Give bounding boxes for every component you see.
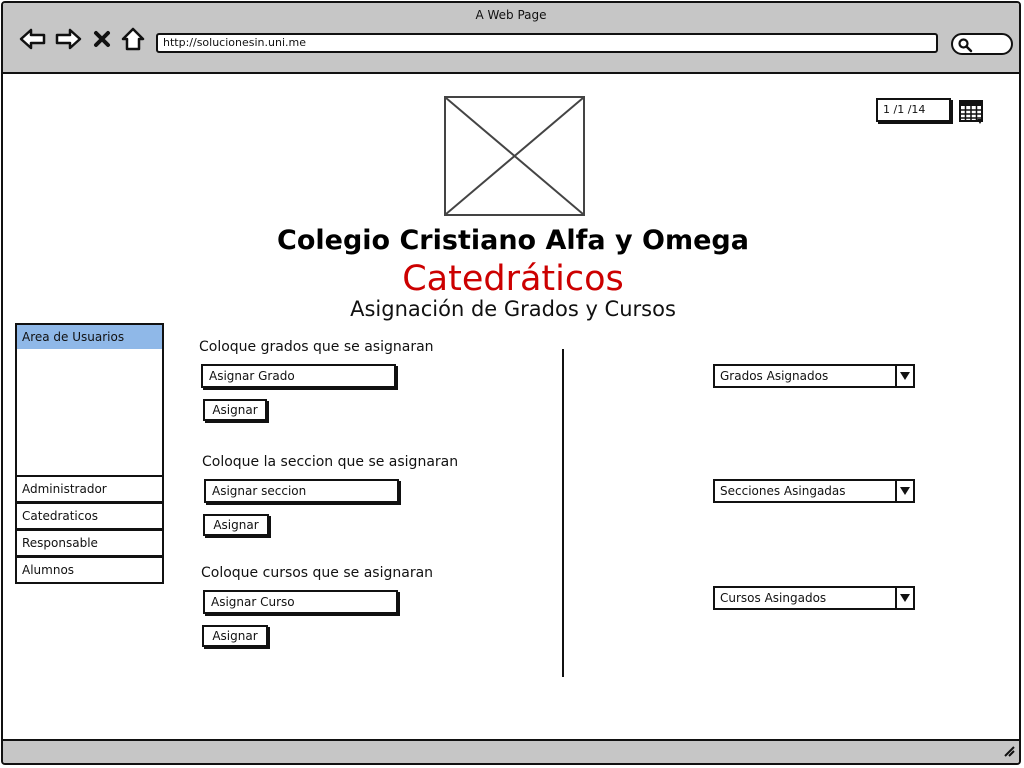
secciones-asignadas-dropdown[interactable]: Secciones Asingadas [713,479,915,503]
school-name: Colegio Cristiano Alfa y Omega [277,225,749,256]
cursos-asignados-value: Cursos Asingados [720,591,827,605]
sidebar-item-administrador[interactable]: Administrador [15,475,164,503]
asignar-grado-button[interactable]: Asignar [203,399,267,421]
asignar-seccion-button[interactable]: Asignar [203,514,269,536]
page-counter[interactable]: 1 /1 /14 [876,98,951,122]
secciones-asignadas-value: Secciones Asingadas [720,484,846,498]
page-title: Catedráticos [402,259,624,299]
logo-image-placeholder [444,96,585,216]
grado-input[interactable]: Asignar Grado [201,364,396,388]
grados-asignados-dropdown[interactable]: Grados Asignados [713,364,915,388]
browser-statusbar [3,739,1019,763]
sidebar-item-responsable[interactable]: Responsable [15,529,164,557]
browser-window: A Web Page http://solucionesin.uni.me 1 … [1,1,1021,765]
search-icon [958,38,973,53]
browser-titlebar: A Web Page http://solucionesin.uni.me [3,3,1019,74]
forward-arrow-icon[interactable] [54,25,82,53]
url-input[interactable]: http://solucionesin.uni.me [156,33,938,53]
chevron-down-icon [895,366,913,386]
calendar-icon[interactable] [959,99,985,129]
chevron-down-icon [895,481,913,501]
curso-input[interactable]: Asignar Curso [203,590,398,614]
cursos-asignados-dropdown[interactable]: Cursos Asingados [713,586,915,610]
grados-asignados-value: Grados Asignados [720,369,829,383]
sidebar-empty-panel [15,349,164,477]
curso-section-label: Coloque cursos que se asignaran [201,565,434,581]
home-icon[interactable] [119,25,147,53]
asignar-curso-button[interactable]: Asignar [202,625,268,647]
page-subtitle: Asignación de Grados y Cursos [350,297,676,321]
browser-search-field[interactable] [951,33,1013,55]
grado-section-label: Coloque grados que se asignaran [199,339,434,355]
seccion-input[interactable]: Asignar seccion [204,479,399,503]
vertical-divider [562,349,564,677]
sidebar-item-catedraticos[interactable]: Catedraticos [15,502,164,530]
stop-icon[interactable] [91,25,113,53]
sidebar-item-alumnos[interactable]: Alumnos [15,556,164,584]
sidebar-header-area-de-usuarios[interactable]: Area de Usuarios [15,323,164,351]
seccion-section-label: Coloque la seccion que se asignaran [202,454,459,470]
back-arrow-icon[interactable] [19,25,47,53]
resize-grip-icon[interactable] [1001,742,1015,761]
chevron-down-icon [895,588,913,608]
window-title: A Web Page [475,8,547,22]
